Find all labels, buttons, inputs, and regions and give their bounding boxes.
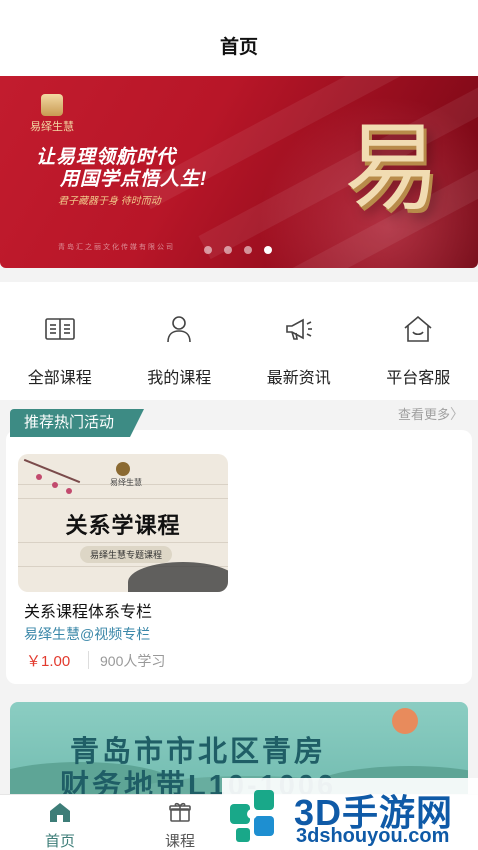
book-icon (44, 318, 75, 340)
banner-brand: 易绎生慧 (30, 121, 74, 133)
cover-brand: 易绎生慧 (110, 478, 142, 487)
cover-branch (23, 458, 81, 484)
course-author[interactable]: 易绎生慧@视频专栏 (24, 624, 150, 644)
brand-mark-icon (41, 94, 63, 116)
watermark-url: 3dshouyou.com (296, 825, 450, 847)
banner-subtitle: 君子藏器于身 待时而动 (58, 196, 161, 207)
puzzle-logo-icon (230, 790, 274, 842)
gift-icon (169, 802, 191, 822)
course-cover-image[interactable]: 易绎生慧 关系学课程 易绎生慧专题课程 (18, 454, 228, 592)
nav-label: 我的课程 (147, 370, 212, 387)
banner-headline-2: 用国学点悟人生! (60, 169, 208, 190)
cover-logo: 易绎生慧 (110, 462, 142, 488)
section-tag: 推荐热门活动 (10, 409, 145, 437)
cover-pill: 易绎生慧专题课程 (80, 546, 173, 563)
see-more-label: 查看更多 (397, 407, 450, 422)
watermark: 3D手游网 3dshouyou.com (222, 778, 478, 850)
cover-wave (18, 498, 228, 499)
nav-item-latest-news[interactable]: 最新资讯 (239, 282, 359, 400)
carousel-dot[interactable] (204, 246, 212, 254)
cover-blossom (52, 482, 58, 488)
cover-wave (18, 542, 228, 543)
quick-nav: 全部课程 我的课程 最新资讯 平台客服 (0, 282, 478, 400)
nav-label: 平台客服 (386, 370, 451, 387)
course-learners: 900人学习 (100, 653, 166, 669)
cover-blossom (66, 488, 72, 494)
see-more-link[interactable]: 查看更多〉 (398, 404, 464, 424)
course-price: ￥1.00 (26, 653, 71, 670)
nav-item-my-courses[interactable]: 我的课程 (120, 282, 240, 400)
home-icon (50, 803, 70, 822)
nav-label: 最新资讯 (266, 370, 331, 387)
person-icon (167, 316, 192, 343)
banner-carousel[interactable]: 易绎生慧 让易理领航时代 用国学点悟人生! 君子藏器于身 待时而动 青岛汇之丽文… (0, 76, 478, 268)
course-title[interactable]: 关系课程体系专栏 (24, 598, 152, 622)
nav-item-customer-service[interactable]: 平台客服 (359, 282, 478, 400)
carousel-dot[interactable] (244, 246, 252, 254)
carousel-dot[interactable] (224, 246, 232, 254)
banner-logo: 易绎生慧 (30, 94, 74, 134)
carousel-dots (204, 246, 272, 254)
page-title: 首页 (219, 37, 258, 58)
brand-mark-icon (116, 462, 130, 476)
megaphone-icon (285, 318, 312, 340)
ad-sun (392, 708, 418, 734)
chevron-right-icon: 〉 (450, 406, 464, 422)
banner-company: 青岛汇之丽文化传媒有限公司 (58, 244, 175, 251)
divider (88, 651, 89, 669)
tab-label: 首页 (44, 833, 75, 850)
cover-blossom (36, 474, 42, 480)
tab-home[interactable]: 首页 (0, 795, 120, 850)
banner-big-character: 易 (344, 112, 440, 224)
house-smile-icon (404, 315, 432, 342)
cover-title: 关系学课程 (65, 513, 181, 538)
nav-label: 全部课程 (27, 370, 92, 387)
carousel-dot-active[interactable] (264, 246, 272, 254)
nav-item-all-courses[interactable]: 全部课程 (0, 282, 120, 400)
header: 首页 (0, 0, 478, 76)
